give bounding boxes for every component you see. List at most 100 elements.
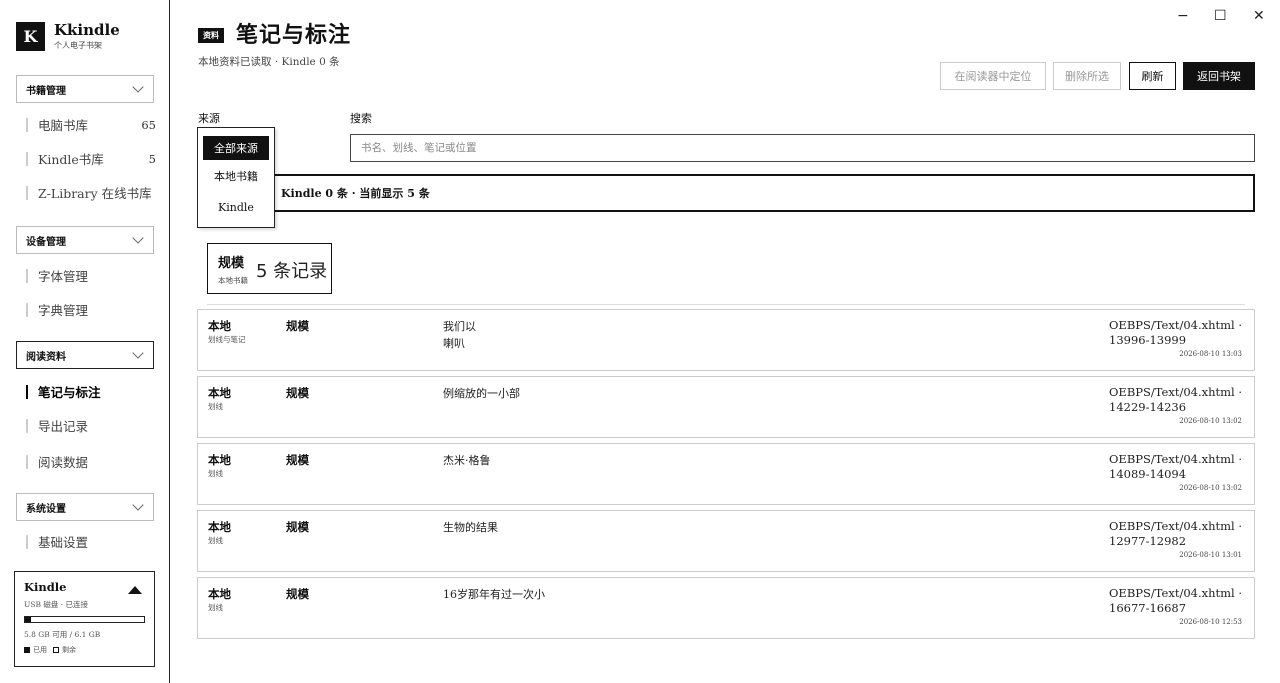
sidebar-group-label: 书籍管理 (26, 85, 66, 97)
chevron-down-icon (132, 81, 144, 93)
record-book: 规模 (286, 386, 309, 400)
record-time: 2026-08-10 12:53 (1179, 618, 1242, 626)
collapse-arrow-icon[interactable] (128, 586, 142, 594)
sidebar-group-books[interactable]: 书籍管理 (16, 75, 154, 103)
record-text: 16岁那年有过一次小 (443, 588, 545, 601)
record-kind: 划线 (208, 536, 223, 545)
sidebar-group-reading[interactable]: 阅读资料 (16, 341, 154, 369)
table-row[interactable]: 本地 划线 规模 杰米·格鲁 OEBPS/Text/04.xhtml · 140… (197, 443, 1255, 505)
chevron-down-icon (132, 232, 144, 244)
nav-indicator (26, 151, 28, 166)
free-square-icon (53, 647, 59, 653)
chevron-down-icon (132, 499, 144, 511)
sidebar-item-label: Z-Library 在线书库 (38, 186, 152, 201)
device-status: USB 磁盘 · 已连接 (24, 600, 89, 609)
section-tag: 资料 (198, 28, 224, 43)
sidebar-group-label: 系统设置 (26, 503, 66, 515)
sidebar-item-reading-data[interactable]: 阅读数据 (26, 452, 156, 471)
record-source: 本地 (208, 386, 231, 400)
sidebar-item-label: 基础设置 (38, 535, 89, 550)
source-option-kindle[interactable]: Kindle (203, 195, 269, 219)
record-location: OEBPS/Text/04.xhtml · 16677-16687 (1109, 586, 1243, 615)
table-row[interactable]: 本地 划线 规模 生物的结果 OEBPS/Text/04.xhtml · 129… (197, 510, 1255, 572)
sidebar-item-exports[interactable]: 导出记录 (26, 416, 156, 435)
storage-bar-fill (25, 617, 31, 622)
nav-indicator (26, 418, 28, 433)
app-subtitle: 个人电子书架 (54, 41, 102, 50)
record-source: 本地 (208, 319, 231, 333)
table-row[interactable]: 本地 划线与笔记 规模 我们以 喇叭 OEBPS/Text/04.xhtml ·… (197, 309, 1255, 371)
record-source: 本地 (208, 453, 231, 467)
search-label: 搜索 (350, 112, 372, 125)
nav-indicator (26, 302, 28, 317)
sidebar-item-label: 电脑书库 (38, 118, 89, 133)
sidebar-item-label: 字典管理 (38, 303, 89, 318)
record-text: 我们以 喇叭 (443, 320, 476, 350)
search-input[interactable] (350, 134, 1255, 162)
record-location: OEBPS/Text/04.xhtml · 13996-13999 (1109, 318, 1243, 347)
source-dropdown[interactable]: 全部来源 本地书籍 Kindle (197, 127, 275, 228)
sidebar-item-dictionaries[interactable]: 字典管理 (26, 300, 156, 319)
divider (207, 304, 1245, 305)
sidebar-item-label: 导出记录 (38, 419, 89, 434)
sidebar-item-label: 阅读数据 (38, 455, 89, 470)
nav-indicator (26, 384, 28, 399)
sidebar-item-zlibrary[interactable]: Z-Library 在线书库 (26, 183, 156, 202)
sidebar: K Kkindle 个人电子书架 书籍管理 电脑书库 65 Kindle书库 5… (0, 0, 170, 683)
record-kind: 划线 (208, 603, 223, 612)
nav-indicator (26, 117, 28, 132)
storage-legend: 已用 剩余 (24, 645, 145, 655)
legend-used-label: 已用 (33, 646, 47, 654)
refresh-button[interactable]: 刷新 (1129, 62, 1176, 90)
record-location: OEBPS/Text/04.xhtml · 12977-12982 (1109, 519, 1243, 548)
record-location: OEBPS/Text/04.xhtml · 14229-14236 (1109, 385, 1243, 414)
sidebar-item-count: 5 (148, 151, 156, 166)
record-text: 生物的结果 (443, 521, 498, 534)
sidebar-group-settings[interactable]: 系统设置 (16, 493, 154, 521)
sidebar-item-count: 65 (141, 117, 156, 132)
nav-indicator (26, 268, 28, 283)
device-panel: Kindle USB 磁盘 · 已连接 5.8 GB 可用 / 6.1 GB 已… (14, 571, 155, 667)
locate-in-reader-button[interactable]: 在阅读器中定位 (940, 62, 1046, 90)
record-kind: 划线 (208, 402, 223, 411)
table-row[interactable]: 本地 划线 规模 例缩放的一小部 OEBPS/Text/04.xhtml · 1… (197, 376, 1255, 438)
back-to-shelf-button[interactable]: 返回书架 (1183, 62, 1255, 90)
record-kind: 划线 (208, 469, 223, 478)
sidebar-item-local-library[interactable]: 电脑书库 65 (26, 115, 156, 134)
book-card-count: 5 条记录 (256, 261, 328, 282)
sidebar-item-fonts[interactable]: 字体管理 (26, 266, 156, 285)
record-source: 本地 (208, 587, 231, 601)
source-option-all[interactable]: 全部来源 (203, 136, 269, 160)
app-logo: K (16, 22, 45, 51)
record-time: 2026-08-10 13:01 (1179, 551, 1242, 559)
device-name: Kindle (24, 580, 67, 594)
minimize-icon[interactable]: − (1177, 8, 1189, 24)
chevron-down-icon (132, 347, 144, 359)
maximize-icon[interactable]: ☐ (1214, 8, 1227, 24)
record-text: 杰米·格鲁 (443, 454, 491, 467)
record-time: 2026-08-10 13:02 (1179, 417, 1242, 425)
delete-selected-button[interactable]: 删除所选 (1053, 62, 1121, 90)
app-title: Kkindle (54, 21, 120, 39)
summary-bar: Kindle 0 条 · 当前显示 5 条 (197, 174, 1255, 212)
record-book: 规模 (286, 587, 309, 601)
storage-bar (24, 616, 145, 623)
sidebar-item-kindle-library[interactable]: Kindle书库 5 (26, 149, 156, 168)
record-text: 例缩放的一小部 (443, 387, 520, 400)
sidebar-item-basic-settings[interactable]: 基础设置 (26, 532, 156, 551)
book-card-source: 本地书籍 (218, 276, 248, 285)
book-card[interactable]: 规模 本地书籍 5 条记录 (207, 243, 332, 294)
close-icon[interactable]: ✕ (1253, 8, 1265, 24)
page-title: 笔记与标注 (236, 22, 352, 48)
sidebar-item-notes[interactable]: 笔记与标注 (26, 382, 156, 401)
sidebar-group-devices[interactable]: 设备管理 (16, 226, 154, 254)
record-book: 规模 (286, 319, 309, 333)
sidebar-item-label: Kindle书库 (38, 152, 104, 167)
nav-indicator (26, 185, 28, 200)
table-row[interactable]: 本地 划线 规模 16岁那年有过一次小 OEBPS/Text/04.xhtml … (197, 577, 1255, 639)
storage-space: 5.8 GB 可用 / 6.1 GB (24, 630, 101, 639)
sidebar-group-label: 阅读资料 (26, 351, 66, 363)
source-option-local[interactable]: 本地书籍 (203, 164, 269, 188)
record-book: 规模 (286, 520, 309, 534)
record-book: 规模 (286, 453, 309, 467)
